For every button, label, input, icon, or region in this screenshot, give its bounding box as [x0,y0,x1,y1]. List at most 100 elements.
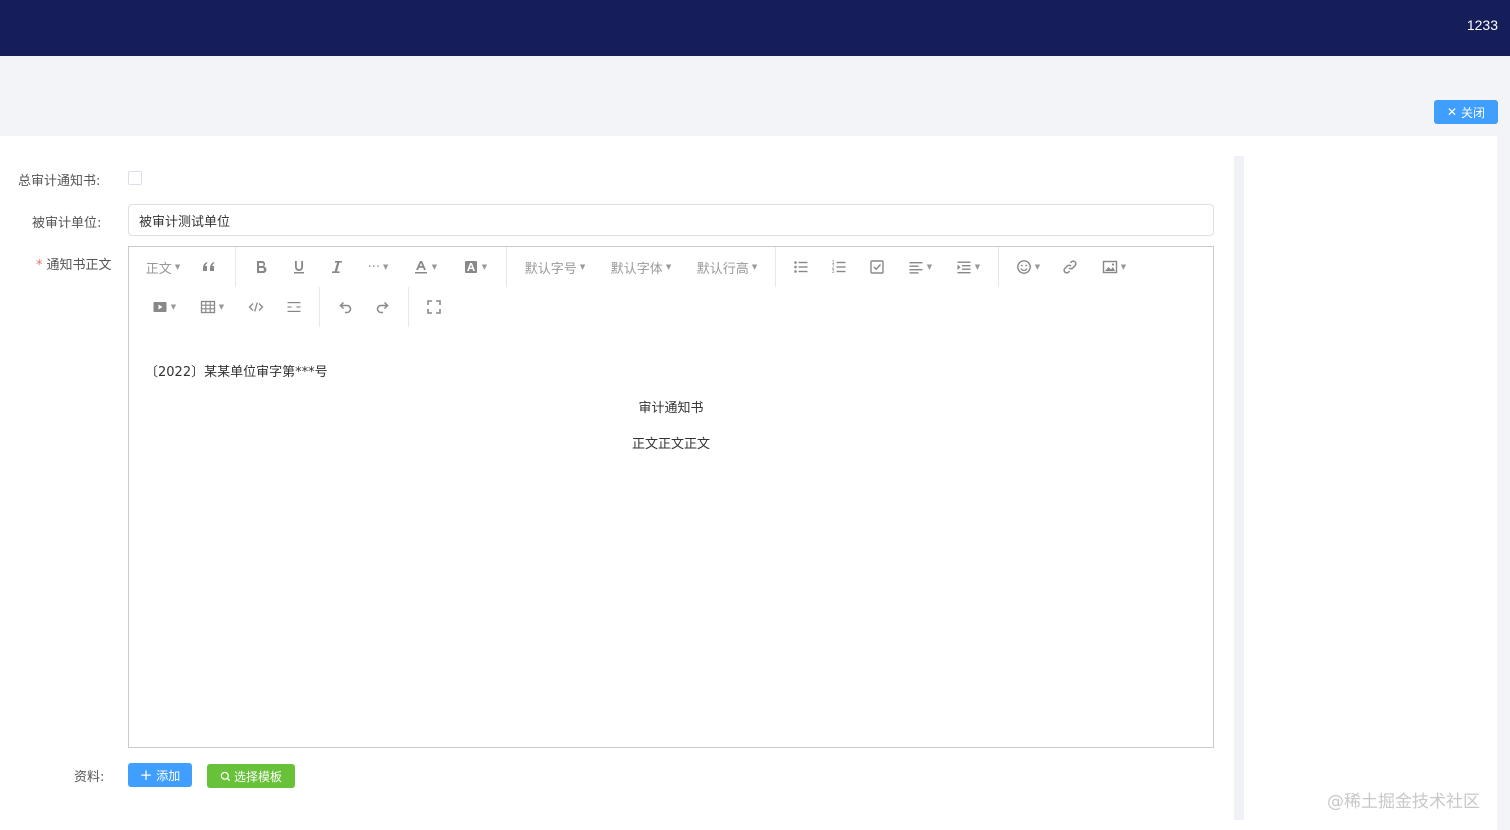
editor-toolbar: 正文 ▼ ··· ▼ ▼ ▼ 默认字号 ▼ 默认字体 ▼ 默认行高 ▼ 1 2 … [129,247,1213,327]
background-color-icon [464,261,477,273]
chevron-down-icon: ▼ [383,263,389,271]
materials-label: 资料: [74,770,105,785]
todo-list-button[interactable] [858,247,896,287]
toolbar-row-1: 正文 ▼ ··· ▼ ▼ ▼ 默认字号 ▼ 默认字体 ▼ 默认行高 ▼ 1 2 … [129,247,1139,287]
link-icon [1063,260,1077,274]
toolbar-divider [998,247,999,287]
code-icon [248,302,264,312]
align-left-icon [909,262,923,274]
close-button[interactable]: ✕ 关闭 [1434,100,1498,124]
top-navigation-bar: 1233 [0,0,1510,56]
document-body-line: 正文正文正文 [631,437,710,452]
bold-icon [257,261,267,274]
redo-icon [376,301,389,314]
more-styles-label: ··· [367,259,380,275]
code-view-button[interactable] [237,287,275,327]
italic-icon [332,261,342,273]
editor-content[interactable]: 〔2022〕某某单位审字第***号 审计通知书 正文正文正文 [145,347,1197,455]
chevron-down-icon: ▼ [174,263,181,271]
side-scrollbar[interactable] [1234,156,1244,820]
underline-icon [294,261,304,274]
toolbar-divider [775,247,776,287]
document-title-line: 审计通知书 [638,401,704,416]
total-notice-checkbox[interactable] [128,171,142,185]
numbered-list-button[interactable]: 123 [820,247,858,287]
insert-video-dropdown[interactable]: ▼ [141,287,187,327]
font-family-label: 默认字体 [610,261,663,277]
indent-icon [957,261,971,274]
font-size-dropdown[interactable]: 默认字号 ▼ [513,247,597,287]
select-template-label: 选择模板 [233,769,282,784]
watermark: @稀土掘金技术社区 [1327,792,1480,812]
redo-button[interactable] [364,287,402,327]
notice-body-label: * 通知书正文 [36,254,112,273]
close-button-label: 关闭 [1461,105,1486,120]
audited-unit-input[interactable] [128,204,1214,236]
rich-text-editor[interactable]: 正文 ▼ ··· ▼ ▼ ▼ 默认字号 ▼ 默认字体 ▼ 默认行高 ▼ 1 2 … [128,246,1214,748]
chevron-down-icon: ▼ [170,303,177,311]
quote-icon [203,262,215,271]
indent-dropdown[interactable]: ▼ [944,247,992,287]
notice-body-label-text: 通知书正文 [46,258,112,273]
image-icon [1102,260,1117,274]
emoji-dropdown[interactable]: ▼ [1005,247,1051,287]
font-color-dropdown[interactable]: ▼ [400,247,450,287]
undo-button[interactable] [326,287,364,327]
font-color-icon [414,261,427,274]
horizontal-rule-icon [287,302,301,312]
user-name[interactable]: 1233 [1467,17,1498,33]
chevron-down-icon: ▼ [579,263,586,271]
paragraph-label: 正文 [145,261,172,277]
add-material-label: 添加 [156,768,181,783]
text-align-dropdown[interactable]: ▼ [896,247,944,287]
font-size-label: 默认字号 [524,261,577,277]
checkbox-icon [870,260,884,274]
required-mark: * [36,258,43,273]
background-color-dropdown[interactable]: ▼ [450,247,500,287]
chevron-down-icon: ▼ [1120,263,1127,271]
svg-text:3: 3 [832,269,835,275]
select-template-button[interactable]: 选择模板 [207,764,295,788]
font-family-dropdown[interactable]: 默认字体 ▼ [597,247,685,287]
line-height-dropdown[interactable]: 默认行高 ▼ [685,247,769,287]
quote-button[interactable] [189,247,229,287]
insert-image-dropdown[interactable]: ▼ [1089,247,1139,287]
video-icon [153,302,167,312]
bold-button[interactable] [242,247,280,287]
chevron-down-icon: ▼ [665,263,672,271]
insert-link-button[interactable] [1051,247,1089,287]
chevron-down-icon: ▼ [481,263,488,271]
paragraph-dropdown[interactable]: 正文 ▼ [141,247,185,287]
search-icon [220,771,231,781]
numbered-list-icon: 123 [832,260,846,275]
chevron-down-icon: ▼ [926,263,933,271]
document-number-line: 〔2022〕某某单位审字第***号 [145,365,328,380]
toolbar-divider [506,247,507,287]
bulleted-list-icon [794,261,808,273]
toolbar-row-2: ▼ ▼ [129,287,453,327]
underline-button[interactable] [280,247,318,287]
audited-unit-label: 被审计单位: [32,216,102,231]
insert-table-dropdown[interactable]: ▼ [187,287,237,327]
italic-button[interactable] [318,247,356,287]
more-styles-dropdown[interactable]: ··· ▼ [356,247,400,287]
plus-icon: + [139,765,153,784]
undo-icon [339,301,352,314]
bulleted-list-button[interactable] [782,247,820,287]
chevron-down-icon: ▼ [218,303,225,311]
fullscreen-icon [427,300,441,314]
total-notice-label: 总审计通知书: [18,174,101,189]
fullscreen-button[interactable] [415,287,453,327]
chevron-down-icon: ▼ [431,263,438,271]
toolbar-divider [408,287,409,327]
add-material-button[interactable]: + 添加 [128,763,192,787]
divider-button[interactable] [275,287,313,327]
smiley-icon [1016,260,1031,274]
table-icon [200,300,215,314]
chevron-down-icon: ▼ [1034,263,1041,271]
chevron-down-icon: ▼ [751,263,758,271]
line-height-label: 默认行高 [696,261,749,277]
chevron-down-icon: ▼ [974,263,981,271]
toolbar-divider [319,287,320,327]
close-icon: ✕ [1446,105,1458,119]
